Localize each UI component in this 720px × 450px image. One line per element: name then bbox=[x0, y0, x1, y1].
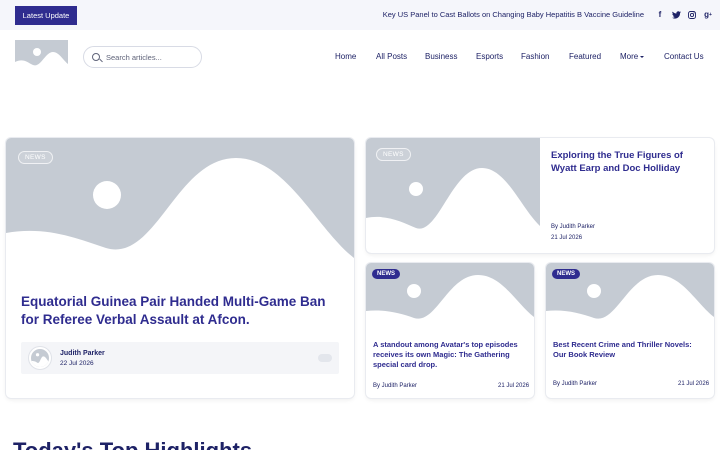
chevron-down-icon bbox=[640, 55, 645, 58]
nav-esports[interactable]: Esports bbox=[476, 52, 503, 61]
instagram-icon[interactable] bbox=[686, 8, 698, 21]
nav-business[interactable]: Business bbox=[425, 52, 457, 61]
nav-more-label: More bbox=[620, 52, 639, 61]
nav-home[interactable]: Home bbox=[335, 52, 356, 61]
article-author[interactable]: By Judith Parker bbox=[553, 381, 597, 387]
nav-more[interactable]: More bbox=[620, 52, 645, 61]
image-placeholder-icon bbox=[31, 353, 49, 367]
nav-contact-us[interactable]: Contact Us bbox=[664, 52, 704, 61]
author-name[interactable]: Judith Parker bbox=[60, 350, 105, 357]
category-tag[interactable]: NEWS bbox=[18, 151, 53, 164]
image-placeholder-icon bbox=[6, 158, 354, 277]
nav-featured[interactable]: Featured bbox=[569, 52, 601, 61]
small-article-title[interactable]: A standout among Avatar's top episodes r… bbox=[373, 340, 523, 370]
article-date: 21 Jul 2026 bbox=[678, 381, 710, 387]
news-ticker[interactable]: Key US Panel to Cast Ballots on Changing… bbox=[383, 10, 644, 19]
small-article-card[interactable]: NEWS bbox=[366, 263, 534, 398]
category-tag[interactable]: NEWS bbox=[372, 269, 400, 279]
social-links: f g + bbox=[654, 8, 714, 21]
author-info: Judith Parker 22 Jul 2026 bbox=[21, 342, 339, 374]
google-plus-icon[interactable]: g + bbox=[702, 8, 714, 21]
reading-indicator bbox=[318, 354, 332, 362]
main-nav: Home All Posts Business Esports Fashion … bbox=[0, 52, 720, 64]
article-date: 21 Jul 2026 bbox=[498, 383, 530, 389]
featured-article-image bbox=[6, 138, 354, 277]
side-article-title[interactable]: Exploring the True Figures of Wyatt Earp… bbox=[551, 150, 701, 175]
avatar[interactable] bbox=[29, 347, 51, 369]
twitter-icon[interactable] bbox=[670, 8, 682, 21]
category-tag[interactable]: NEWS bbox=[552, 269, 580, 279]
publish-date: 22 Jul 2026 bbox=[60, 360, 94, 367]
article-date: 21 Jul 2026 bbox=[551, 235, 583, 241]
featured-article-title[interactable]: Equatorial Guinea Pair Handed Multi-Game… bbox=[21, 293, 341, 329]
section-title: Today's Top Highlights bbox=[13, 438, 252, 450]
small-article-card[interactable]: NEWS bbox=[546, 263, 714, 398]
facebook-icon[interactable]: f bbox=[654, 8, 666, 21]
top-bar: Latest Update Key US Panel to Cast Ballo… bbox=[0, 0, 720, 30]
category-tag[interactable]: NEWS bbox=[376, 148, 411, 161]
nav-all-posts[interactable]: All Posts bbox=[376, 52, 407, 61]
article-author[interactable]: By Judith Parker bbox=[551, 224, 595, 230]
small-article-title[interactable]: Best Recent Crime and Thriller Novels: O… bbox=[553, 340, 703, 360]
article-author[interactable]: By Judith Parker bbox=[373, 383, 417, 389]
nav-fashion[interactable]: Fashion bbox=[521, 52, 549, 61]
latest-update-button[interactable]: Latest Update bbox=[15, 6, 77, 25]
